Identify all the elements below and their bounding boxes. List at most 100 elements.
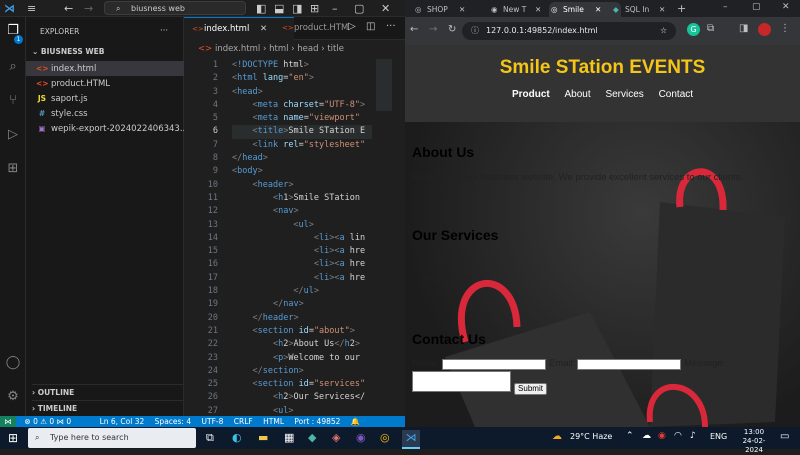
- task-view-icon[interactable]: ⧉: [206, 431, 214, 445]
- edge-browser-icon[interactable]: ◐: [232, 431, 242, 444]
- windows-start-icon[interactable]: ⊞: [8, 431, 18, 445]
- errors-icon[interactable]: ⊗: [24, 417, 33, 426]
- message-textarea[interactable]: [412, 371, 511, 392]
- forward-arrow-icon[interactable]: →: [84, 2, 93, 15]
- nav-link-contact[interactable]: Contact: [659, 89, 693, 100]
- maximize-icon[interactable]: ▢: [752, 2, 761, 12]
- wifi-icon[interactable]: ◠: [674, 431, 682, 441]
- show-hidden-icons-icon[interactable]: ⌃: [626, 431, 634, 441]
- file-explorer-icon[interactable]: ▬: [258, 431, 268, 444]
- back-arrow-icon[interactable]: ←: [64, 2, 73, 15]
- live-server-port[interactable]: Port : 49852: [294, 417, 340, 426]
- chrome-icon[interactable]: ◎: [380, 431, 390, 444]
- close-icon[interactable]: ✕: [595, 2, 601, 17]
- minimize-icon[interactable]: –: [723, 2, 728, 12]
- indentation[interactable]: Spaces: 4: [155, 417, 191, 426]
- bookmark-star-icon[interactable]: ☆: [660, 22, 667, 40]
- warnings-icon[interactable]: ⚠: [40, 417, 49, 426]
- antivirus-icon[interactable]: ◉: [658, 431, 666, 441]
- nav-link-about[interactable]: About: [565, 89, 591, 100]
- back-arrow-icon[interactable]: ←: [410, 24, 418, 35]
- app-icon[interactable]: ◉: [356, 431, 366, 444]
- encoding[interactable]: UTF-8: [202, 417, 224, 426]
- close-icon[interactable]: ✕: [381, 2, 390, 15]
- breadcrumb-item[interactable]: head: [297, 44, 318, 54]
- close-tab-icon[interactable]: ✕: [260, 18, 267, 40]
- editor-scrollbar[interactable]: [396, 57, 405, 413]
- code-line: </nav>: [272, 299, 304, 310]
- maximize-icon[interactable]: ▢: [354, 2, 364, 15]
- address-bar[interactable]: ⓘ 127.0.0.1:49852/index.html ☆: [462, 22, 676, 40]
- extensions-icon[interactable]: ⊞: [5, 161, 21, 177]
- microsoft-store-icon[interactable]: ▦: [284, 431, 294, 444]
- weather-icon[interactable]: ☁: [552, 431, 562, 442]
- browser-menu-icon[interactable]: ⋮: [780, 23, 790, 34]
- minimize-icon[interactable]: –: [332, 2, 338, 15]
- more-actions-icon[interactable]: ···: [386, 21, 396, 32]
- toggle-sidebar-icon[interactable]: ◧: [256, 2, 266, 15]
- toggle-secondary-sidebar-icon[interactable]: ◨: [292, 2, 302, 15]
- browser-tab[interactable]: ◎ SHOP ✕: [413, 2, 483, 17]
- more-actions-icon[interactable]: ···: [160, 24, 180, 39]
- file-item[interactable]: JS saport.js: [26, 91, 194, 106]
- close-icon[interactable]: ✕: [659, 2, 665, 17]
- file-item[interactable]: <> product.HTML: [26, 76, 194, 91]
- close-icon[interactable]: ✕: [535, 2, 541, 17]
- file-item[interactable]: <> index.html: [26, 61, 194, 76]
- email-input[interactable]: [577, 359, 681, 370]
- account-icon[interactable]: ◯: [5, 355, 21, 371]
- notifications-bell-icon[interactable]: 🔔: [351, 417, 360, 426]
- menu-icon[interactable]: ≡: [27, 2, 36, 15]
- taskbar-search[interactable]: ⌕ Type here to search: [28, 428, 196, 448]
- folder-header[interactable]: ⌄ BIUSNESS WEB: [32, 44, 190, 59]
- app-icon[interactable]: ◆: [308, 431, 316, 444]
- grammarly-extension-icon[interactable]: G: [687, 23, 700, 36]
- file-item[interactable]: ▣ wepik-export-2024022406343...: [26, 121, 194, 136]
- run-debug-icon[interactable]: ▷: [5, 127, 21, 143]
- weather-text[interactable]: 29°C Haze: [570, 432, 612, 441]
- breadcrumb-item[interactable]: html: [269, 44, 288, 54]
- nav-link-services[interactable]: Services: [605, 89, 643, 100]
- submit-button[interactable]: Submit: [514, 383, 547, 395]
- file-item[interactable]: # style.css: [26, 106, 194, 121]
- close-icon[interactable]: ✕: [459, 2, 465, 17]
- site-info-icon[interactable]: ⓘ: [471, 22, 479, 40]
- name-input[interactable]: [442, 359, 546, 370]
- language-mode[interactable]: HTML: [263, 417, 284, 426]
- new-tab-icon[interactable]: +: [677, 2, 686, 15]
- minimap[interactable]: [376, 59, 392, 111]
- run-icon[interactable]: ▷: [348, 21, 356, 32]
- code-line: <body>: [232, 166, 263, 177]
- cursor-position[interactable]: Ln 6, Col 32: [100, 417, 145, 426]
- input-language[interactable]: ENG: [710, 432, 727, 441]
- customize-layout-icon[interactable]: ⊞: [310, 2, 319, 15]
- app-icon[interactable]: ◈: [332, 431, 340, 444]
- volume-icon[interactable]: ♪: [690, 431, 696, 441]
- extensions-puzzle-icon[interactable]: ⧉: [707, 23, 714, 34]
- settings-gear-icon[interactable]: ⚙: [5, 389, 21, 405]
- search-icon[interactable]: ⌕: [5, 59, 21, 75]
- remote-icon[interactable]: ⋈: [0, 416, 16, 427]
- split-editor-icon[interactable]: ◫: [366, 21, 375, 32]
- browser-tab[interactable]: ◆ SQL In ✕: [611, 2, 685, 17]
- ports-icon[interactable]: ⋈: [57, 417, 67, 426]
- end-of-line[interactable]: CRLF: [234, 417, 253, 426]
- clock[interactable]: 13:00 24-02-2024: [734, 428, 774, 455]
- reload-icon[interactable]: ↻: [448, 24, 456, 35]
- outline-section[interactable]: › OUTLINE: [32, 384, 190, 400]
- side-panel-icon[interactable]: ◨: [739, 23, 748, 34]
- profile-avatar[interactable]: [758, 23, 771, 36]
- close-window-icon[interactable]: ✕: [782, 2, 790, 12]
- nav-link-product[interactable]: Product: [512, 89, 550, 100]
- forward-arrow-icon[interactable]: →: [429, 24, 437, 35]
- toggle-panel-icon[interactable]: ⬓: [274, 2, 284, 15]
- timeline-section[interactable]: › TIMELINE: [32, 400, 190, 416]
- command-center-search[interactable]: ⌕ biusness web: [104, 1, 246, 15]
- vscode-taskbar-icon[interactable]: ⋊: [402, 430, 420, 449]
- breadcrumb-item[interactable]: title: [327, 44, 344, 54]
- code-editor[interactable]: <!DOCTYPE html> <html lang="en"> <head> <m…: [232, 59, 372, 418]
- breadcrumb-item[interactable]: index.html: [215, 44, 260, 54]
- notification-center-icon[interactable]: ▭: [780, 431, 789, 442]
- onedrive-icon[interactable]: ☁: [642, 431, 651, 441]
- source-control-icon[interactable]: ⑂: [5, 93, 21, 109]
